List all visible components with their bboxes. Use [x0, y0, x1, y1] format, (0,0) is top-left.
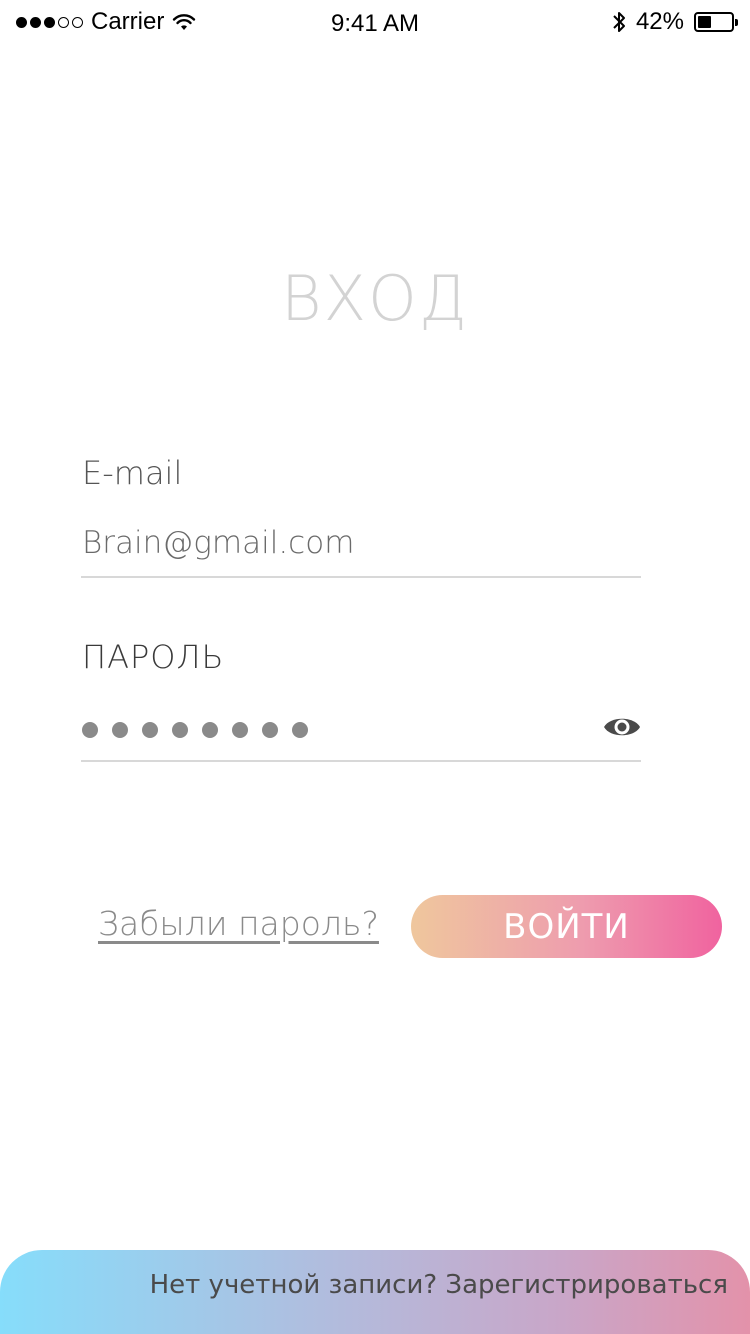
battery-level-fill [698, 16, 712, 28]
password-mask-dot [262, 722, 278, 738]
status-bar: Carrier 9:41 AM 42% [0, 0, 750, 48]
battery-icon [694, 12, 738, 32]
password-mask-dot [172, 722, 188, 738]
status-bar-right: 42% [612, 8, 738, 36]
register-bar[interactable]: Нет учетной записи? Зарегистрироваться [0, 1250, 750, 1334]
email-field-underline [81, 576, 641, 578]
bluetooth-icon [613, 12, 625, 32]
password-mask-dot [292, 722, 308, 738]
password-mask-dot [82, 722, 98, 738]
login-screen: Carrier 9:41 AM 42% ВХОД E-mail ПАРОЛЬ З [0, 0, 750, 1334]
password-mask-dot [112, 722, 128, 738]
password-field-underline [81, 760, 641, 762]
eye-icon[interactable] [602, 710, 642, 744]
forgot-password-link[interactable]: Забыли пароль? [98, 904, 379, 943]
page-title: ВХОД [280, 262, 469, 335]
battery-percent: 42% [635, 8, 684, 35]
email-field[interactable] [82, 518, 642, 568]
password-mask-dot [202, 722, 218, 738]
password-field[interactable] [82, 722, 308, 738]
password-label: ПАРОЛЬ [82, 638, 225, 676]
password-mask-dot [142, 722, 158, 738]
password-mask-dot [232, 722, 248, 738]
register-link[interactable]: Нет учетной записи? Зарегистрироваться [150, 1270, 728, 1300]
login-button[interactable]: ВОЙТИ [411, 895, 722, 958]
email-label: E-mail [82, 454, 183, 492]
